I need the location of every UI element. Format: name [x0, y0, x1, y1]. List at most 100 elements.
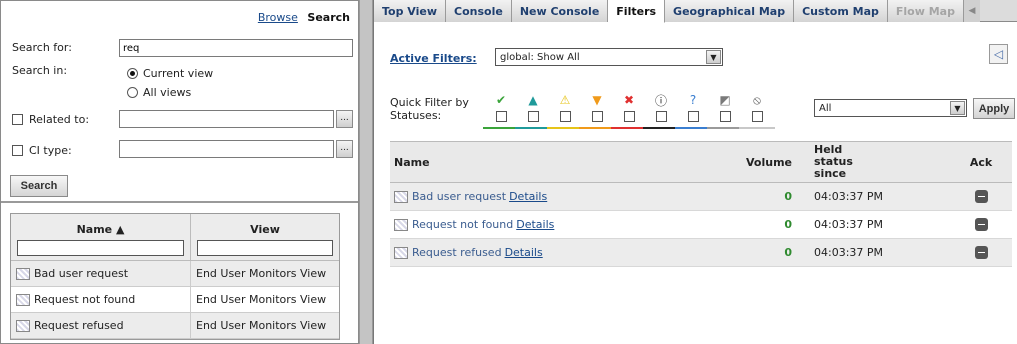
- name-filter-input[interactable]: [17, 240, 184, 256]
- ack-button-icon[interactable]: [974, 246, 988, 259]
- ci-type-input[interactable]: [119, 140, 334, 158]
- tab-filters[interactable]: Filters: [608, 0, 666, 23]
- result-name: Request refused: [34, 319, 124, 332]
- apply-button[interactable]: Apply: [973, 98, 1015, 119]
- status-checkbox[interactable]: [591, 111, 603, 122]
- main-pane: Top View Console New Console Filters Geo…: [373, 0, 1017, 344]
- status-checkbox[interactable]: [655, 111, 667, 122]
- ci-type-browse-button[interactable]: ...: [336, 140, 353, 158]
- status-checkbox[interactable]: [751, 111, 763, 122]
- warning-yellow-icon: ⚠: [559, 93, 571, 107]
- warning-orange-icon: ▼: [592, 93, 602, 107]
- tab-console[interactable]: Console: [446, 0, 512, 22]
- related-to-input[interactable]: [119, 110, 334, 128]
- status-filter-1: ▲: [515, 91, 551, 129]
- details-link[interactable]: Details: [509, 190, 547, 203]
- view-column-header[interactable]: View: [191, 214, 339, 260]
- chevron-down-icon[interactable]: ▼: [950, 101, 965, 115]
- table-row[interactable]: Bad user request End User Monitors View: [11, 261, 339, 287]
- status-checkbox[interactable]: [687, 111, 699, 122]
- status-color-bar: [707, 127, 743, 129]
- name-column-title: Name ▲: [76, 223, 125, 236]
- related-to-label: Related to:: [29, 113, 90, 126]
- ok-icon: ✔: [495, 93, 507, 107]
- tab-top-view[interactable]: Top View: [374, 0, 447, 22]
- status-filter-3: ▼: [579, 91, 615, 129]
- tab-custom-map[interactable]: Custom Map: [794, 0, 888, 22]
- table-row[interactable]: Request not found Details 0 04:03:37 PM: [390, 211, 1012, 239]
- result-name-cell: Bad user request: [11, 261, 191, 286]
- result-name: Request not found: [34, 293, 136, 306]
- related-to-browse-button[interactable]: ...: [336, 110, 353, 128]
- active-filters-select[interactable]: global: Show All ▼: [495, 48, 723, 66]
- status-color-bar: [675, 127, 711, 129]
- table-row[interactable]: Request refused End User Monitors View: [11, 313, 339, 339]
- quick-filter-label-line1: Quick Filter by: [390, 96, 469, 109]
- col-held-line3: since: [814, 167, 847, 180]
- ci-type-checkbox[interactable]: [12, 145, 23, 156]
- error-icon: ✖: [623, 93, 635, 107]
- search-results-table: Name ▲ View Bad user request End User Mo…: [10, 213, 340, 340]
- col-held-header[interactable]: Held status since: [800, 142, 950, 182]
- ack-button-icon[interactable]: [974, 190, 988, 203]
- active-filters-link[interactable]: Active Filters:: [390, 52, 477, 65]
- tab-bar: Top View Console New Console Filters Geo…: [374, 0, 1017, 23]
- col-ack-header[interactable]: Ack: [950, 142, 1012, 182]
- unknown-icon: ◩: [719, 93, 731, 107]
- radio-current-view[interactable]: Current view: [127, 67, 213, 80]
- col-name-header[interactable]: Name: [390, 142, 730, 182]
- pane-divider[interactable]: [1, 201, 358, 203]
- radio-unselected-indicator[interactable]: [127, 87, 138, 98]
- results-body: Bad user request End User Monitors View …: [11, 261, 339, 339]
- status-checkbox[interactable]: [527, 111, 539, 122]
- table-row[interactable]: Bad user request Details 0 04:03:37 PM: [390, 183, 1012, 211]
- status-filter-8: ⦸: [739, 91, 775, 129]
- events-table: Name Volume Held status since Ack Bad us…: [390, 141, 1012, 267]
- status-filter-6: ?: [675, 91, 711, 129]
- radio-all-views[interactable]: All views: [127, 86, 191, 99]
- status-color-bar: [611, 127, 647, 129]
- browse-link[interactable]: Browse: [258, 11, 298, 24]
- event-volume: 0: [784, 218, 792, 231]
- tab-geographical-map[interactable]: Geographical Map: [665, 0, 795, 22]
- ci-icon: [16, 293, 30, 306]
- status-checkbox[interactable]: [495, 111, 507, 122]
- ack-cell: [950, 246, 1012, 259]
- ci-icon: [16, 267, 30, 280]
- question-icon: ?: [689, 93, 697, 107]
- tab-new-console[interactable]: New Console: [511, 0, 609, 22]
- status-checkbox[interactable]: [623, 111, 635, 122]
- ack-button-icon[interactable]: [974, 218, 988, 231]
- table-row[interactable]: Request refused Details 0 04:03:37 PM: [390, 239, 1012, 267]
- vertical-splitter[interactable]: [359, 0, 373, 344]
- search-button[interactable]: Search: [10, 175, 68, 197]
- status-filter-7: ◩: [707, 91, 743, 129]
- disabled-icon: ⦸: [753, 92, 761, 107]
- view-filter-input[interactable]: [197, 240, 333, 256]
- related-to-checkbox[interactable]: [12, 114, 23, 125]
- col-volume-header[interactable]: Volume: [730, 142, 800, 182]
- tab-flow-map[interactable]: Flow Map: [887, 0, 964, 22]
- name-column-header[interactable]: Name ▲: [11, 214, 191, 260]
- result-view-cell: End User Monitors View: [196, 293, 327, 306]
- ci-icon: [16, 319, 30, 332]
- radio-selected-indicator[interactable]: [127, 68, 138, 79]
- view-column-title: View: [250, 223, 280, 236]
- status-filter-2: ⚠: [547, 91, 583, 129]
- speaker-icon[interactable]: ◁: [989, 44, 1008, 64]
- status-checkbox[interactable]: [559, 111, 571, 122]
- details-link[interactable]: Details: [505, 246, 543, 259]
- search-mode-label: Search: [307, 11, 350, 24]
- status-color-bar: [739, 127, 775, 129]
- status-select[interactable]: All ▼: [814, 99, 967, 117]
- events-body: Bad user request Details 0 04:03:37 PM Re…: [390, 183, 1012, 267]
- details-link[interactable]: Details: [516, 218, 554, 231]
- event-held-since: 04:03:37 PM: [814, 246, 884, 259]
- status-checkbox[interactable]: [719, 111, 731, 122]
- warning-teal-icon: ▲: [528, 93, 538, 107]
- chevron-down-icon[interactable]: ▼: [706, 50, 721, 64]
- table-row[interactable]: Request not found End User Monitors View: [11, 287, 339, 313]
- tab-scroll-left-icon[interactable]: ◀: [963, 0, 980, 22]
- search-input[interactable]: [119, 39, 353, 57]
- quick-filter-label-line2: Statuses:: [390, 109, 442, 122]
